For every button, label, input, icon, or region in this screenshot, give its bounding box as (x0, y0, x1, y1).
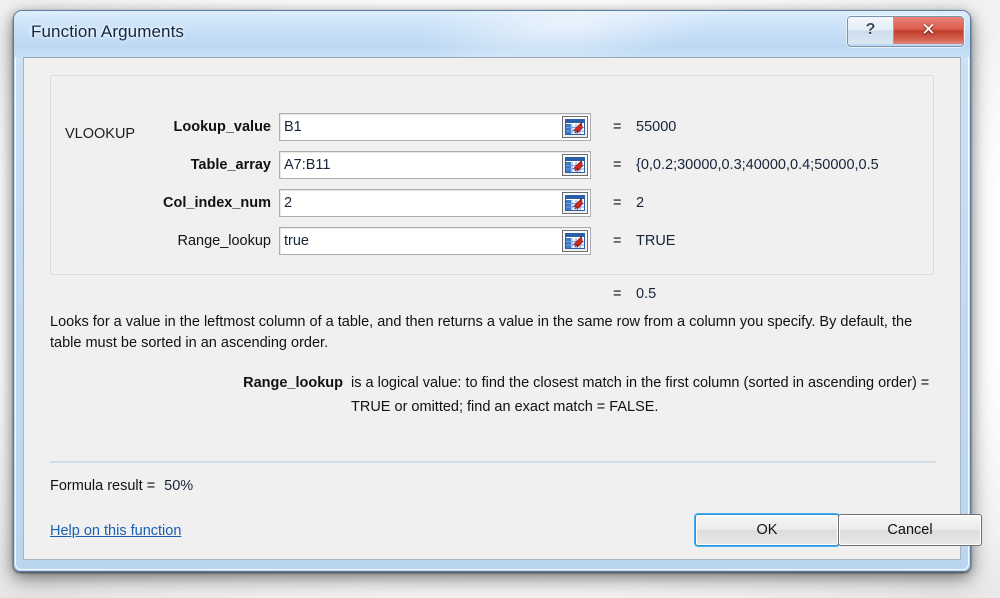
argument-result-col-index-num: 2 (636, 195, 645, 211)
argument-label-table-array: Table_array (190, 157, 271, 173)
argument-row: Lookup_value B1 = 55000 (24, 113, 962, 143)
range-lookup-input[interactable]: true (284, 228, 556, 254)
range-selector-button-range-lookup[interactable] (562, 230, 588, 252)
argument-label-col-index-num: Col_index_num (163, 195, 271, 211)
overall-result-row: = 0.5 (24, 286, 962, 310)
desktop-background: Function Arguments ? ✕ VLOOKUP Lookup_va… (0, 0, 1000, 598)
close-icon: ✕ (921, 19, 936, 40)
help-button[interactable]: ? (848, 17, 894, 44)
caption-button-group: ? ✕ (847, 16, 964, 47)
formula-result-label: Formula result = (50, 478, 156, 494)
title-bar[interactable]: Function Arguments ? ✕ (14, 11, 970, 57)
range-selector-icon (565, 195, 585, 211)
col-index-num-input[interactable]: 2 (284, 190, 556, 216)
overall-result-value: 0.5 (636, 286, 657, 302)
function-description: Looks for a value in the leftmost column… (50, 314, 913, 351)
argument-help-name: Range_lookup (243, 375, 343, 391)
argument-equals-sign: = (613, 233, 622, 249)
question-mark-icon: ? (865, 21, 876, 38)
ok-button[interactable]: OK (695, 514, 839, 546)
formula-result-value: 50% (164, 478, 194, 494)
argument-row: Table_array A7:B11 = {0,0.2;30000,0.3;40… (24, 151, 962, 181)
dialog-client-area: VLOOKUP Lookup_value B1 = 55000 Table_ar… (23, 57, 982, 560)
argument-help-text: is a logical value: to find the closest … (351, 375, 930, 415)
argument-result-table-array: {0,0.2;30000,0.3;40000,0.4;50000,0.5 (636, 157, 879, 173)
argument-row: Col_index_num 2 = 2 (24, 189, 962, 219)
range-selector-icon (565, 119, 585, 135)
formula-result: Formula result = 50% (50, 478, 193, 494)
table-array-input[interactable]: A7:B11 (284, 152, 556, 178)
titlebar-sheen (411, 11, 720, 57)
argument-result-range-lookup: TRUE (636, 233, 676, 249)
argument-equals-sign: = (613, 157, 622, 173)
lookup-value-input[interactable]: B1 (284, 114, 556, 140)
argument-equals-sign: = (613, 119, 622, 135)
argument-field-range-lookup[interactable]: true (279, 227, 591, 255)
window-title: Function Arguments (31, 22, 184, 41)
range-selector-button-table-array[interactable] (562, 154, 588, 176)
argument-field-col-index-num[interactable]: 2 (279, 189, 591, 217)
argument-row: Range_lookup true = TRUE (24, 227, 962, 257)
footer-separator (50, 461, 936, 463)
argument-field-lookup-value[interactable]: B1 (279, 113, 591, 141)
argument-help-block: Range_lookup is a logical value: to find… (50, 371, 936, 419)
help-on-this-function-link[interactable]: Help on this function (50, 523, 181, 539)
range-selector-button-lookup-value[interactable] (562, 116, 588, 138)
overall-result-equals-sign: = (613, 286, 622, 302)
range-selector-button-col-index-num[interactable] (562, 192, 588, 214)
argument-equals-sign: = (613, 195, 622, 211)
close-button[interactable]: ✕ (894, 17, 963, 44)
argument-label-range-lookup: Range_lookup (177, 233, 271, 249)
range-selector-icon (565, 157, 585, 173)
argument-label-lookup-value: Lookup_value (173, 119, 272, 135)
function-arguments-dialog: Function Arguments ? ✕ VLOOKUP Lookup_va… (13, 10, 982, 572)
argument-field-table-array[interactable]: A7:B11 (279, 151, 591, 179)
argument-result-lookup-value: 55000 (636, 119, 677, 135)
cancel-button[interactable]: Cancel (838, 514, 982, 546)
range-selector-icon (565, 233, 585, 249)
